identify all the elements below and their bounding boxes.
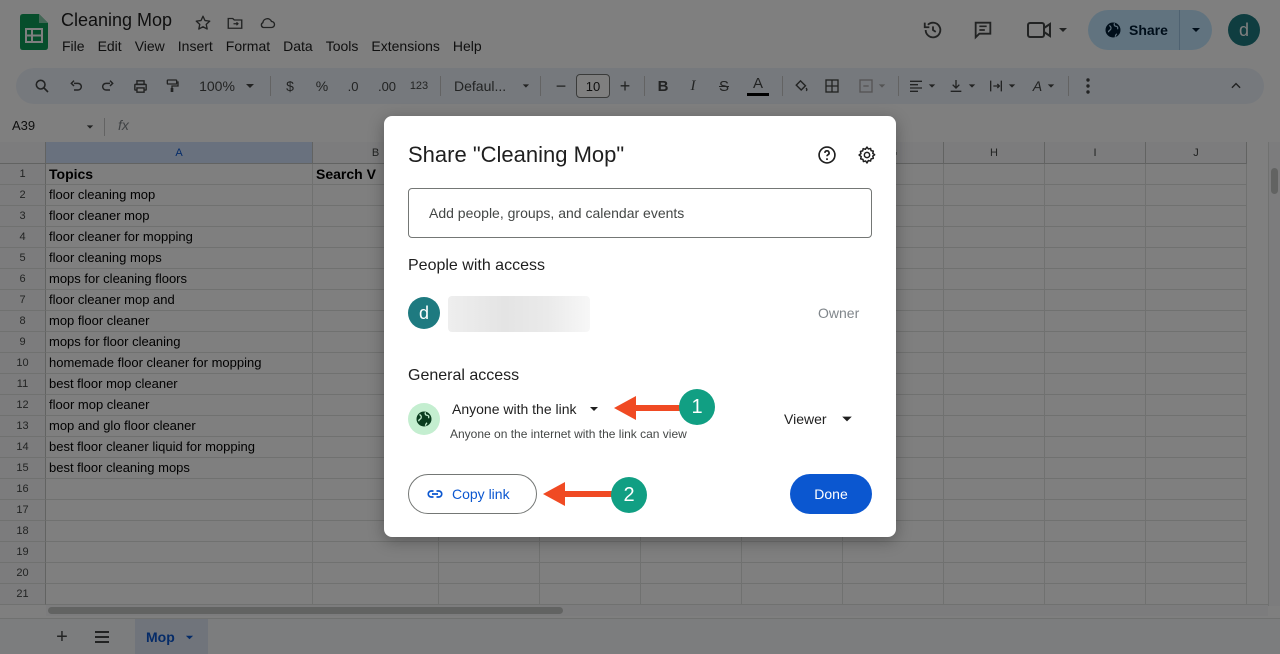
annotation-arrow-icon xyxy=(614,396,686,420)
annotation-arrow-icon xyxy=(543,482,615,506)
help-icon[interactable] xyxy=(816,144,838,166)
general-access-select[interactable]: Anyone with the link xyxy=(452,401,599,417)
general-access-heading: General access xyxy=(408,367,520,384)
chevron-down-icon xyxy=(841,416,852,422)
done-button[interactable]: Done xyxy=(790,474,872,514)
dialog-title: Share "Cleaning Mop" xyxy=(408,142,625,167)
settings-gear-icon[interactable] xyxy=(856,144,878,166)
add-people-input[interactable]: Add people, groups, and calendar events xyxy=(408,188,872,238)
annotation-badge-1: 1 xyxy=(679,389,715,425)
share-dialog: Share "Cleaning Mop" Add people, groups,… xyxy=(384,116,896,537)
copy-link-button[interactable]: Copy link xyxy=(408,474,537,514)
general-access-description: Anyone on the internet with the link can… xyxy=(450,427,687,441)
role-select[interactable]: Viewer xyxy=(784,411,853,427)
people-with-access-heading: People with access xyxy=(408,257,545,274)
annotation-badge-2: 2 xyxy=(611,477,647,513)
owner-avatar: d xyxy=(408,297,440,329)
copy-link-label: Copy link xyxy=(452,486,510,502)
role-value: Viewer xyxy=(784,411,827,427)
link-icon xyxy=(427,490,443,498)
globe-icon xyxy=(408,403,440,435)
chevron-down-icon xyxy=(589,407,598,411)
owner-name-redacted xyxy=(448,296,590,332)
owner-role-label: Owner xyxy=(818,305,860,321)
general-access-value: Anyone with the link xyxy=(452,401,577,417)
